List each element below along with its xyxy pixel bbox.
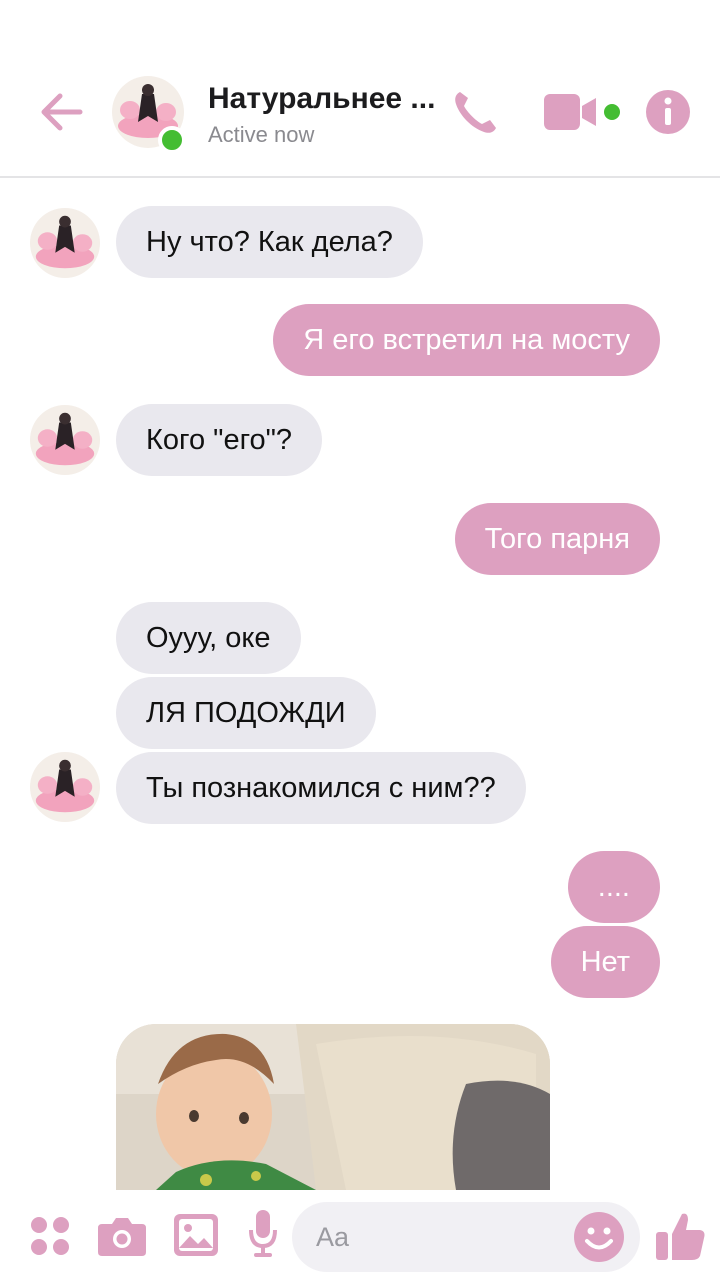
avatar[interactable]	[30, 405, 100, 475]
message-bubble[interactable]: Ну что? Как дела?	[116, 206, 423, 278]
message-bubble[interactable]: ЛЯ ПОДОЖДИ	[116, 677, 376, 749]
active-status: Active now	[208, 122, 315, 147]
microphone-icon[interactable]	[248, 1210, 278, 1258]
message-bubble[interactable]: ....	[567, 851, 660, 923]
message-bubble[interactable]: Нет	[550, 926, 660, 998]
video-online-dot	[604, 104, 620, 120]
message-bubble[interactable]: Того парня	[454, 503, 660, 575]
back-arrow-icon[interactable]	[36, 86, 88, 138]
chat-header: Натуральнее ... Active now	[0, 0, 720, 178]
message-input-placeholder: Aa	[316, 1222, 350, 1252]
message-bubble[interactable]: Ты познакомился с ним??	[116, 752, 526, 824]
emoji-icon[interactable]	[574, 1212, 624, 1262]
camera-icon[interactable]	[98, 1214, 146, 1256]
info-icon[interactable]	[646, 90, 690, 134]
message-bubble[interactable]: Оууу, оке	[116, 602, 301, 674]
message-bubble[interactable]: Я его встретил на мосту	[273, 304, 660, 376]
online-indicator	[158, 126, 186, 154]
apps-grid-icon[interactable]	[30, 1216, 70, 1256]
avatar[interactable]	[30, 208, 100, 278]
phone-icon[interactable]	[448, 86, 502, 140]
video-camera-icon[interactable]	[544, 92, 600, 132]
like-icon[interactable]	[656, 1210, 706, 1262]
photo-message[interactable]	[116, 1024, 550, 1190]
message-bubble[interactable]: Кого "его"?	[116, 404, 323, 476]
gallery-icon[interactable]	[174, 1214, 218, 1256]
chat-title[interactable]: Натуральнее ...	[208, 82, 435, 116]
avatar[interactable]	[30, 752, 100, 822]
composer-bar: Aa	[0, 1190, 720, 1280]
